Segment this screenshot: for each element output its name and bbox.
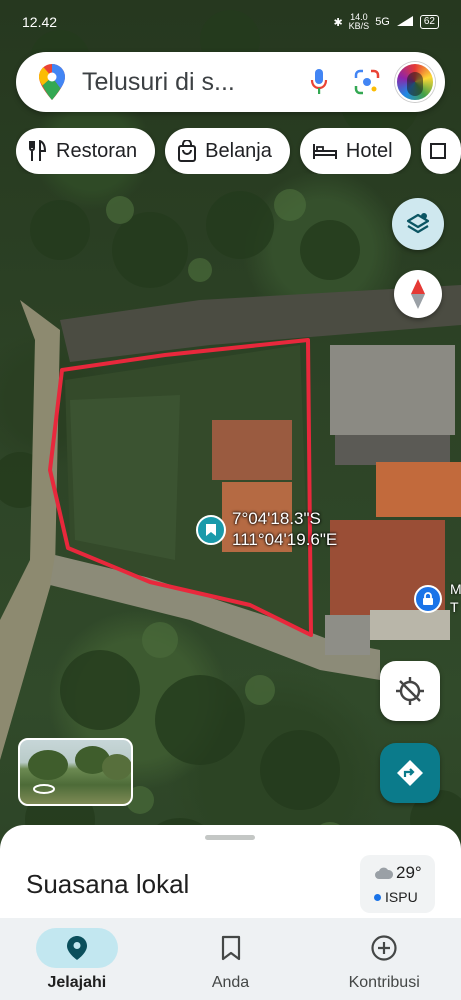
- nav-anda[interactable]: Anda: [154, 918, 308, 1000]
- more-chip-icon: [429, 141, 447, 161]
- compass-button[interactable]: [394, 270, 442, 318]
- status-icons: ✱ 14.0 KB/S 5G 62: [333, 13, 439, 31]
- bottom-navigation: Jelajahi Anda Kontribusi: [0, 918, 461, 1000]
- coordinate-latitude: 7°04'18.3"S: [232, 509, 321, 528]
- temperature: 29°: [396, 863, 422, 882]
- bluetooth-icon: ✱: [333, 16, 343, 29]
- chip-belanja[interactable]: Belanja: [165, 128, 290, 174]
- chip-hotel[interactable]: Hotel: [299, 128, 411, 174]
- nav-icon-wrap: [343, 928, 425, 968]
- air-quality-label: ISPU: [385, 889, 418, 905]
- place-label: M T: [450, 580, 461, 616]
- chip-label: Restoran: [56, 139, 138, 162]
- status-bar: 12.42 ✱ 14.0 KB/S 5G 62: [0, 0, 461, 44]
- directions-icon: [397, 760, 423, 786]
- street-view-thumbnail[interactable]: [18, 738, 133, 806]
- sheet-drag-handle[interactable]: [205, 835, 255, 840]
- air-quality-dot-icon: [374, 893, 381, 901]
- lens-button[interactable]: [347, 62, 387, 102]
- profile-avatar[interactable]: [395, 62, 435, 102]
- category-chips: Restoran Belanja Hotel: [16, 128, 461, 174]
- fork-knife-icon: [28, 140, 48, 162]
- nav-label: Kontribusi: [348, 974, 420, 991]
- coordinate-label: 7°04'18.3"S 111°04'19.6"E: [232, 508, 337, 550]
- cloud-icon: [374, 865, 394, 885]
- chip-more[interactable]: [420, 128, 461, 174]
- rotate-360-icon: [32, 782, 56, 798]
- status-time: 12.42: [22, 14, 58, 30]
- mic-icon: [310, 69, 328, 94]
- lock-icon: [423, 592, 433, 605]
- street-view-tree: [28, 750, 68, 780]
- compass-icon: [411, 279, 425, 309]
- place-marker[interactable]: [414, 585, 442, 613]
- bookmark-icon: [221, 935, 240, 961]
- bookmark-pin-icon: [206, 524, 216, 536]
- mic-button[interactable]: [299, 62, 339, 102]
- layers-button[interactable]: [392, 198, 444, 250]
- nav-label: Anda: [211, 974, 250, 991]
- my-location-button[interactable]: [380, 661, 440, 721]
- nav-icon-wrap: [35, 928, 118, 968]
- net-speed-unit: KB/S: [348, 21, 370, 31]
- place-label-line-1: M: [450, 581, 461, 597]
- directions-button[interactable]: [380, 743, 440, 803]
- search-input[interactable]: Telusuri di s...: [82, 68, 299, 97]
- shopping-bag-icon: [177, 140, 197, 162]
- location-off-icon: [396, 677, 424, 705]
- explore-bottom-sheet[interactable]: Suasana lokal 29° ISPU: [0, 825, 461, 925]
- search-bar[interactable]: Telusuri di s...: [16, 52, 445, 112]
- lens-icon: [354, 69, 380, 95]
- battery-icon: 62: [419, 15, 439, 29]
- maps-logo-icon: [30, 60, 74, 104]
- nav-label: Jelajahi: [47, 974, 107, 991]
- coordinate-longitude: 111°04'19.6"E: [232, 530, 338, 549]
- nav-jelajahi[interactable]: Jelajahi: [0, 918, 154, 1000]
- net-speed: 14.0 KB/S: [349, 13, 370, 31]
- signal-label: 5G: [375, 16, 390, 28]
- nav-kontribusi[interactable]: Kontribusi: [307, 918, 461, 1000]
- dropped-pin-marker[interactable]: [196, 515, 226, 545]
- weather-widget[interactable]: 29° ISPU: [360, 855, 435, 913]
- location-pin-icon: [66, 936, 87, 960]
- nav-icon-wrap: [190, 928, 272, 968]
- sheet-title: Suasana lokal: [26, 869, 190, 899]
- wifi-icon: [396, 15, 414, 30]
- add-circle-icon: [371, 935, 397, 961]
- air-quality: ISPU: [374, 889, 418, 905]
- bed-icon: [312, 141, 338, 161]
- chip-label: Hotel: [345, 139, 393, 162]
- place-label-line-2: T: [450, 599, 459, 615]
- street-view-tree: [102, 754, 131, 780]
- chip-label: Belanja: [205, 139, 272, 162]
- layers-icon: [406, 213, 430, 234]
- chip-restoran[interactable]: Restoran: [16, 128, 156, 174]
